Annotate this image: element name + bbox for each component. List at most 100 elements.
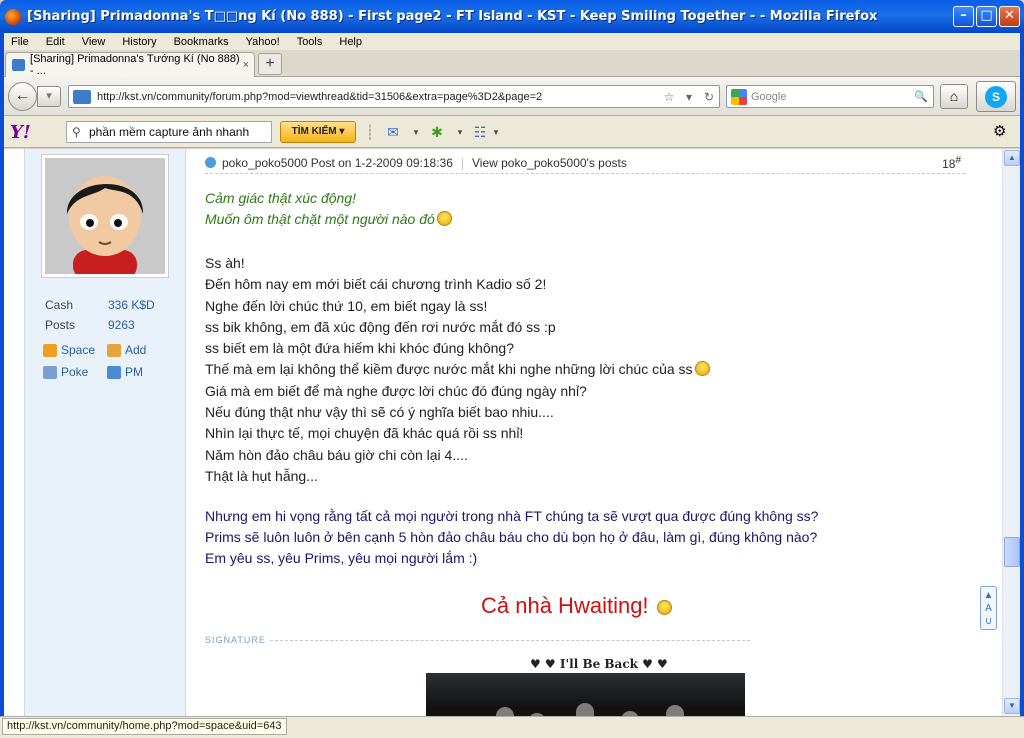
closing-line: Em yêu ss, yêu Prims, yêu mọi người lắm … (205, 550, 478, 566)
floor-sup: # (955, 154, 961, 166)
scroll-up-arrow-icon[interactable]: ▲ (1004, 150, 1020, 166)
history-dropdown-button[interactable]: ▾ (37, 86, 61, 107)
bookmarks-dropdown-icon[interactable]: ▾ (486, 122, 506, 142)
google-engine-icon[interactable] (731, 88, 747, 105)
stat-row: Posts 9263 (45, 315, 155, 335)
signature-image (426, 673, 745, 716)
grin-smiley-icon (694, 361, 710, 377)
window-title: [Sharing] Primadonna's T□□ng Kí (No 888)… (27, 9, 878, 24)
menu-view[interactable]: View (71, 36, 112, 48)
yahoo-search-input[interactable]: ⚲ phần mềm capture ảnh nhanh (66, 121, 272, 143)
search-icon: ⚲ (72, 125, 81, 139)
body-line: Nhìn lại thực tế, mọi chuyện đã khác quá… (205, 425, 524, 442)
new-tab-button[interactable]: + (258, 53, 282, 75)
window-border-left (0, 33, 4, 738)
search-magnifier-icon[interactable]: 🔍 (914, 90, 928, 103)
plugin-dropdown-icon[interactable]: ▾ (450, 122, 470, 142)
body-line: Giá mà em biết để mà nghe được lời chúc … (205, 382, 587, 399)
add-friend-link[interactable]: Add (107, 339, 171, 361)
space-label[interactable]: Space (61, 339, 95, 361)
green-line: Cảm giác thật xúc động! (205, 190, 356, 206)
body-line: ss bik không, em đã xúc động đến rơi nướ… (205, 318, 556, 335)
post-floor-number: 18# (942, 155, 961, 171)
toolbar-divider-icon: ┊ (365, 124, 375, 140)
header-separator: | (460, 155, 464, 170)
closing-line: Nhưng em hi vọng rằng tất cả mọi người t… (205, 508, 819, 524)
poke-label[interactable]: Poke (61, 361, 88, 383)
minimize-button[interactable]: – (953, 6, 974, 27)
menu-tools[interactable]: Tools (286, 36, 329, 48)
url-text[interactable]: http://kst.vn/community/forum.php?mod=vi… (97, 91, 659, 103)
body-line: Nghe đến lời chúc thứ 10, em biết ngay l… (205, 297, 488, 314)
figure-silhouette (496, 707, 514, 716)
skype-button[interactable]: S (976, 81, 1016, 112)
maximize-button[interactable]: □ (976, 6, 997, 27)
menu-help[interactable]: Help (328, 36, 368, 48)
title-bar: [Sharing] Primadonna's T□□ng Kí (No 888)… (0, 0, 1024, 33)
body-line: Thế mà em lại không thể kiềm được nước m… (205, 361, 693, 378)
green-line: Muốn ôm thật chặt một người nào đó (205, 211, 435, 227)
gear-icon[interactable]: ⚙ (993, 122, 1006, 140)
envelope-icon (107, 365, 121, 379)
home-button[interactable]: ⌂ (940, 84, 968, 109)
pm-link[interactable]: PM (107, 361, 171, 383)
floor-value: 18 (942, 156, 956, 171)
smiley-icon (436, 211, 452, 226)
back-to-top-label[interactable]: ▲ A ∪ (984, 590, 994, 627)
yahoo-search-value[interactable]: phần mềm capture ảnh nhanh (89, 125, 249, 139)
post-author[interactable]: poko_poko5000 (222, 156, 307, 170)
menu-yahoo[interactable]: Yahoo! (235, 36, 286, 48)
add-label[interactable]: Add (125, 339, 146, 361)
avatar[interactable] (41, 154, 169, 280)
space-link[interactable]: Space (43, 339, 107, 361)
author-stats: Cash 336 K$D Posts 9263 (45, 295, 155, 335)
signature-title: ♥ ♥ I'll Be Back ♥ ♥ (530, 657, 668, 671)
tab-close-icon[interactable]: × (243, 59, 249, 71)
plugin-icon[interactable]: ✱ (427, 122, 447, 142)
mail-dropdown-icon[interactable]: ▾ (406, 122, 426, 142)
back-button[interactable]: ← (8, 82, 37, 111)
stat-value[interactable]: 9263 (108, 315, 135, 335)
url-bar[interactable]: http://kst.vn/community/forum.php?mod=vi… (68, 85, 720, 108)
site-identity-icon[interactable] (73, 89, 91, 104)
poke-link[interactable]: Poke (43, 361, 107, 383)
signature-dash (269, 639, 750, 641)
stat-label: Cash (45, 298, 74, 312)
vertical-scrollbar[interactable]: ▲ ▼ (1002, 149, 1020, 716)
surprised-smiley-icon (656, 600, 672, 615)
body-line: Đến hôm nay em mới biết cái chương trình… (205, 276, 547, 293)
author-sidebar: Cash 336 K$D Posts 9263 Space Add Poke P… (24, 149, 186, 716)
green-line-row: Muốn ôm thật chặt một người nào đó (205, 209, 452, 230)
yahoo-search-button[interactable]: TÌM KIẾM ▾ (280, 121, 356, 143)
body-line: Thật là hụt hẫng... (205, 467, 318, 484)
reload-icon[interactable]: ↻ (699, 90, 719, 104)
tab-active[interactable]: [Sharing] Primadonna's Tướng Kí (No 888)… (5, 52, 255, 77)
scroll-thumb[interactable] (1004, 537, 1020, 567)
stat-value[interactable]: 336 K$D (108, 295, 155, 315)
search-placeholder[interactable]: Google (751, 91, 786, 103)
view-posts-link[interactable]: View poko_poko5000's posts (472, 156, 627, 170)
window-border-right (1020, 33, 1024, 738)
menu-bookmarks[interactable]: Bookmarks (163, 36, 235, 48)
body-line-row: Thế mà em lại không thể kiềm được nước m… (205, 359, 710, 380)
yahoo-logo[interactable]: Y! (10, 122, 31, 143)
url-dropdown-icon[interactable]: ▾ (679, 90, 699, 104)
figure-silhouette (576, 703, 594, 716)
home-icon (43, 343, 57, 357)
menu-bar: File Edit View History Bookmarks Yahoo! … (0, 33, 1024, 50)
mail-icon[interactable]: ✉ (383, 122, 403, 142)
hwaiting-text: Cả nhà Hwaiting! (481, 593, 649, 618)
site-favicon-icon (12, 59, 26, 71)
tab-bar: [Sharing] Primadonna's Tướng Kí (No 888)… (0, 50, 1024, 77)
pm-label[interactable]: PM (125, 361, 143, 383)
scroll-down-arrow-icon[interactable]: ▼ (1004, 698, 1020, 714)
menu-file[interactable]: File (0, 36, 35, 48)
close-button[interactable]: ✕ (999, 6, 1020, 27)
menu-edit[interactable]: Edit (35, 36, 71, 48)
menu-history[interactable]: History (111, 36, 162, 48)
figure-silhouette (666, 705, 684, 716)
bookmark-star-icon[interactable]: ☆ (659, 90, 679, 104)
search-bar[interactable]: Google 🔍 (726, 85, 934, 108)
status-url: http://kst.vn/community/home.php?mod=spa… (2, 718, 287, 735)
back-to-top-button[interactable]: ▲ A ∪ (980, 586, 997, 630)
